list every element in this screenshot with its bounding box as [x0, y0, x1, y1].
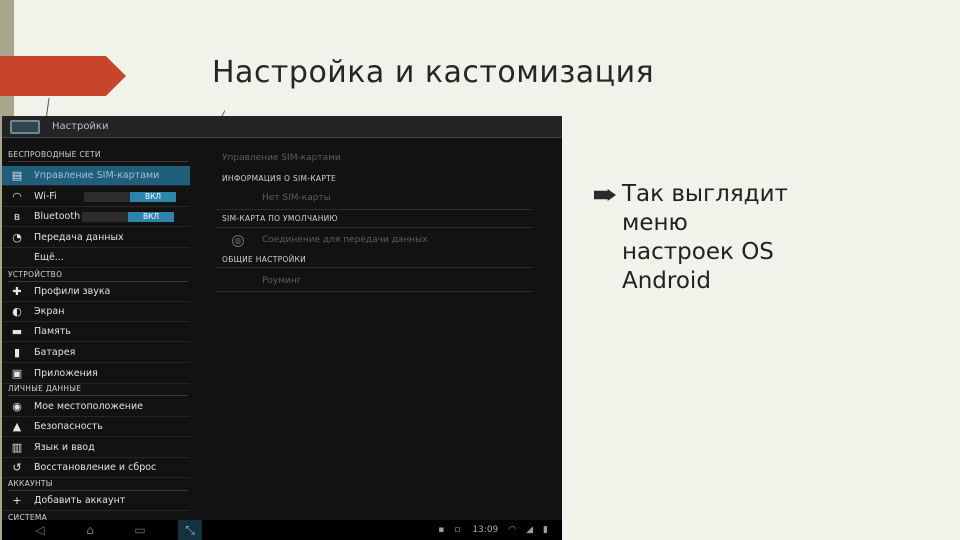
- data-usage-icon: ◔: [12, 230, 22, 244]
- settings-item-more[interactable]: Ещё...: [2, 248, 190, 268]
- settings-item-backup[interactable]: ↺ Восстановление и сброс: [2, 458, 190, 478]
- settings-item-label: Bluetooth: [34, 211, 81, 222]
- settings-item-storage[interactable]: ▬ Память: [2, 322, 190, 342]
- wifi-icon: ◠: [12, 189, 22, 203]
- bullet-text: Так выглядит меню настроек OS Android: [622, 181, 788, 294]
- battery-icon: ▮: [13, 345, 21, 359]
- toggle-label: ВКЛ: [130, 191, 176, 202]
- settings-item-location[interactable]: ◉ Мое местоположение: [2, 397, 190, 417]
- arrow-bullet-icon: [594, 189, 616, 201]
- backup-icon: ↺: [12, 460, 22, 474]
- display-icon: ◐: [12, 304, 22, 318]
- settings-list: БЕСПРОВОДНЫЕ СЕТИ ▤ Управление SIM-карта…: [2, 139, 190, 522]
- data-connection-item[interactable]: Соединение для передачи данных: [262, 235, 428, 245]
- section-header: АККАУНТЫ: [8, 479, 188, 491]
- settings-item-label: Язык и ввод: [34, 442, 95, 453]
- battery-status-icon: ▮: [543, 525, 548, 535]
- settings-item-label: Мое местоположение: [34, 401, 143, 412]
- storage-icon: ▬: [11, 324, 23, 338]
- settings-item-label: Память: [34, 326, 71, 337]
- more-icon: [10, 251, 24, 265]
- bullet-item: Так выглядит меню настроек OS Android: [594, 180, 844, 296]
- wifi-status-icon: ◠: [508, 525, 517, 535]
- settings-item-bluetooth[interactable]: ʙ Bluetooth ВКЛ: [2, 207, 190, 227]
- action-bar: Настройки: [2, 116, 562, 138]
- slide-accent-arrow: [0, 56, 126, 96]
- sim-detail-pane: Управление SIM-картами ИНФОРМАЦИЯ О SIM-…: [216, 139, 532, 520]
- location-icon: ◉: [12, 399, 22, 413]
- settings-item-add-account[interactable]: + Добавить аккаунт: [2, 491, 190, 511]
- system-nav-bar: ◁ ⌂ ▭ ⤡ ▪ ▫ 13:09 ◠ ◢ ▮: [2, 520, 562, 540]
- settings-item-label: Профили звука: [34, 286, 111, 297]
- settings-item-security[interactable]: ▲ Безопасность: [2, 417, 190, 437]
- section-header: УСТРОЙСТВО: [8, 270, 188, 282]
- settings-item-label: Приложения: [34, 368, 98, 379]
- recent-apps-icon[interactable]: ▭: [128, 523, 152, 537]
- roaming-item[interactable]: Роуминг: [262, 276, 302, 286]
- settings-item-label: Добавить аккаунт: [34, 495, 126, 506]
- general-settings-header: ОБЩИЕ НАСТРОЙКИ: [222, 255, 307, 264]
- slide-title: Настройка и кастомизация: [212, 55, 655, 90]
- settings-item-sound[interactable]: ✚ Профили звука: [2, 282, 190, 302]
- sim-card-icon: ▤: [11, 168, 23, 182]
- settings-item-label: Безопасность: [34, 421, 103, 432]
- section-header: ЛИЧНЫЕ ДАННЫЕ: [8, 384, 188, 396]
- globe-icon: ◍: [232, 235, 244, 247]
- settings-item-sim[interactable]: ▤ Управление SIM-картами: [2, 166, 190, 186]
- sound-icon: ✚: [12, 284, 22, 298]
- toggle-label: ВКЛ: [128, 211, 174, 222]
- back-icon[interactable]: ◁: [28, 523, 52, 537]
- settings-item-label: Wi-Fi: [34, 191, 57, 202]
- bluetooth-icon: ʙ: [13, 209, 21, 223]
- settings-item-label: Передача данных: [34, 232, 124, 243]
- settings-item-label: Ещё...: [34, 252, 64, 263]
- settings-item-data[interactable]: ◔ Передача данных: [2, 228, 190, 248]
- lock-icon: ▲: [12, 419, 22, 433]
- divider: [216, 267, 532, 268]
- wifi-toggle[interactable]: ВКЛ: [84, 191, 176, 202]
- storage-notification-icon: ▫: [454, 525, 461, 535]
- language-icon: ▥: [11, 440, 23, 454]
- home-icon[interactable]: ⌂: [78, 523, 102, 537]
- settings-app-icon[interactable]: [10, 119, 40, 134]
- settings-item-label: Батарея: [34, 347, 76, 358]
- settings-item-label: Восстановление и сброс: [34, 462, 157, 473]
- bluetooth-toggle[interactable]: ВКЛ: [82, 211, 174, 222]
- default-sim-header: SIM-КАРТА ПО УМОЛЧАНИЮ: [222, 214, 338, 223]
- section-header: БЕСПРОВОДНЫЕ СЕТИ: [8, 150, 188, 162]
- divider: [216, 291, 532, 292]
- divider: [216, 227, 532, 228]
- action-bar-title: Настройки: [52, 121, 109, 132]
- divider: [216, 209, 532, 210]
- settings-item-apps[interactable]: ▣ Приложения: [2, 364, 190, 384]
- no-sim-text[interactable]: Нет SIM-карты: [262, 193, 331, 203]
- settings-item-label: Экран: [34, 306, 65, 317]
- sim-info-header: ИНФОРМАЦИЯ О SIM-КАРТЕ: [222, 174, 337, 183]
- settings-item-battery[interactable]: ▮ Батарея: [2, 343, 190, 363]
- signal-icon: ◢: [526, 525, 534, 535]
- add-icon: +: [12, 493, 22, 507]
- settings-item-label: Управление SIM-картами: [34, 170, 160, 181]
- settings-item-language[interactable]: ▥ Язык и ввод: [2, 438, 190, 458]
- screenshot-icon[interactable]: ⤡: [178, 520, 202, 540]
- status-time: 13:09: [472, 525, 499, 535]
- detail-title: Управление SIM-картами: [222, 153, 341, 163]
- android-settings-screenshot: Настройки БЕСПРОВОДНЫЕ СЕТИ ▤ Управление…: [2, 116, 562, 540]
- notification-icon: ▪: [438, 525, 445, 535]
- settings-item-display[interactable]: ◐ Экран: [2, 302, 190, 322]
- bullet-list: Так выглядит меню настроек OS Android: [594, 180, 844, 296]
- settings-item-wifi[interactable]: ◠ Wi-Fi ВКЛ: [2, 187, 190, 207]
- apps-icon: ▣: [11, 366, 23, 380]
- status-area: ▪ ▫ 13:09 ◠ ◢ ▮: [428, 525, 548, 535]
